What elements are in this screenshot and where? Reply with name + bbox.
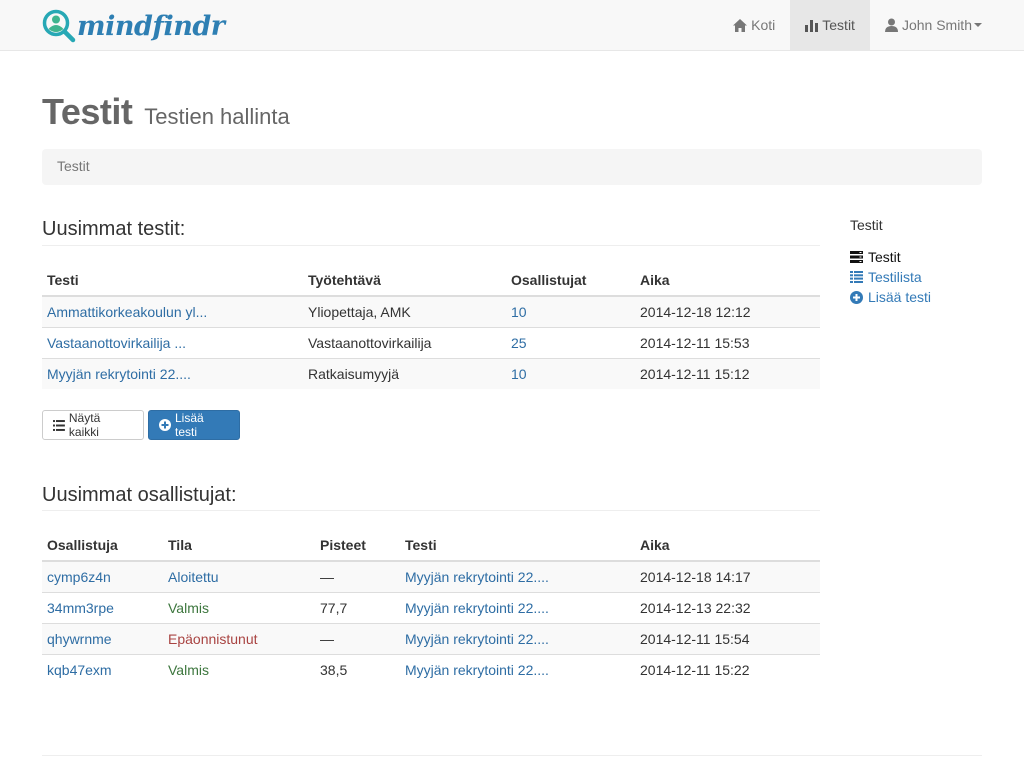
server-icon (850, 251, 863, 263)
latest-participants-table: Osallistuja Tila Pisteet Testi Aika cymp… (42, 529, 820, 685)
page-title: Testit (42, 91, 133, 132)
nav-item-user-menu[interactable]: John Smith (870, 0, 1024, 50)
list-icon (850, 271, 863, 283)
plus-circle-icon (850, 290, 863, 304)
sidebar-item-label: Lisää testi (868, 289, 932, 305)
sidebar-item-testilista[interactable]: Testilista (850, 267, 931, 287)
breadcrumb-current: Testit (57, 158, 90, 174)
test-link[interactable]: Myyjän rekrytointi 22.... (405, 631, 549, 647)
score-cell: — (315, 622, 400, 654)
latest-participants-heading: Uusimmat osallistujat: (42, 484, 237, 506)
participant-link[interactable]: 34mm3rpe (47, 600, 114, 616)
participants-link[interactable]: 10 (511, 304, 527, 320)
column-header: Testi (42, 264, 303, 297)
sidebar-item-label: Testit (868, 249, 901, 265)
table-header-row: Osallistuja Tila Pisteet Testi Aika (42, 529, 820, 562)
brand-name: mindfindr (77, 10, 225, 42)
column-header: Osallistujat (506, 264, 635, 297)
status-cell: Epäonnistunut (163, 622, 315, 654)
test-link[interactable]: Vastaanottovirkailija ... (47, 335, 186, 351)
participants-link[interactable]: 25 (511, 335, 527, 351)
test-link[interactable]: Myyjän rekrytointi 22.... (405, 600, 549, 616)
plus-circle-icon (159, 419, 171, 431)
time-cell: 2014-12-11 15:53 (635, 326, 820, 358)
latest-tests-table: Testi Työtehtävä Osallistujat Aika Ammat… (42, 264, 820, 389)
test-link[interactable]: Myyjän rekrytointi 22.... (405, 662, 549, 678)
page-subtitle: Testien hallinta (144, 104, 290, 129)
table-row: qhywrnme Epäonnistunut — Myyjän rekrytoi… (42, 622, 820, 654)
table-row: Myyjän rekrytointi 22.... Ratkaisumyyjä … (42, 357, 820, 389)
add-test-button[interactable]: Lisää testi (148, 410, 240, 440)
list-icon (53, 419, 65, 431)
table-header-row: Testi Työtehtävä Osallistujat Aika (42, 264, 820, 297)
nav-item-koti[interactable]: Koti (718, 0, 790, 50)
participant-link[interactable]: cymp6z4n (47, 569, 111, 585)
time-cell: 2014-12-11 15:54 (635, 622, 820, 654)
button-label: Näytä kaikki (68, 411, 101, 439)
status-cell: Valmis (163, 653, 315, 685)
user-icon (884, 18, 898, 32)
sidebar-item-testit[interactable]: Testit (850, 247, 931, 267)
nav-item-label: John Smith (901, 17, 972, 33)
latest-tests-heading: Uusimmat testit: (42, 218, 186, 240)
job-cell: Ratkaisumyyjä (303, 357, 506, 389)
breadcrumb: Testit (42, 149, 982, 185)
bar-chart-icon (805, 19, 819, 32)
footer-divider (42, 755, 982, 756)
table-row: kqb47exm Valmis 38,5 Myyjän rekrytointi … (42, 653, 820, 685)
column-header: Aika (635, 529, 820, 562)
table-row: cymp6z4n Aloitettu — Myyjän rekrytointi … (42, 560, 820, 592)
time-cell: 2014-12-18 12:12 (635, 295, 820, 327)
score-cell: 77,7 (315, 591, 400, 623)
column-header: Testi (400, 529, 635, 562)
page-header: Testit Testien hallinta (42, 91, 290, 133)
logo-magnifier-icon (42, 9, 76, 43)
table-row: Ammattikorkeakoulun yl... Yliopettaja, A… (42, 295, 820, 327)
brand-logo[interactable]: mindfindr (42, 9, 225, 43)
column-header: Osallistuja (42, 529, 163, 562)
home-icon (733, 18, 748, 32)
job-cell: Yliopettaja, AMK (303, 295, 506, 327)
nav-item-label: Testit (822, 17, 855, 33)
divider (42, 510, 820, 511)
participant-link[interactable]: qhywrnme (47, 631, 112, 647)
column-header: Tila (163, 529, 315, 562)
sidebar-item-label: Testilista (868, 269, 922, 285)
nav-item-testit[interactable]: Testit (790, 0, 870, 50)
test-link[interactable]: Myyjän rekrytointi 22.... (47, 366, 191, 382)
participant-link[interactable]: kqb47exm (47, 662, 112, 678)
column-header: Pisteet (315, 529, 400, 562)
test-link[interactable]: Ammattikorkeakoulun yl... (47, 304, 207, 320)
time-cell: 2014-12-11 15:22 (635, 653, 820, 685)
nav-item-label: Koti (751, 17, 776, 33)
participants-link[interactable]: 10 (511, 366, 527, 382)
status-link[interactable]: Aloitettu (168, 569, 219, 585)
status-cell: Valmis (163, 591, 315, 623)
sidebar-heading: Testit (850, 217, 883, 233)
column-header: Työtehtävä (303, 264, 506, 297)
table-row: 34mm3rpe Valmis 77,7 Myyjän rekrytointi … (42, 591, 820, 623)
score-cell: — (315, 560, 400, 592)
sidebar-item-lisaa-testi[interactable]: Lisää testi (850, 287, 931, 307)
chevron-down-icon (974, 23, 982, 27)
score-cell: 38,5 (315, 653, 400, 685)
nav-menu: Koti Testit John Smith (718, 0, 1024, 50)
divider (42, 245, 820, 246)
time-cell: 2014-12-11 15:12 (635, 357, 820, 389)
column-header: Aika (635, 264, 820, 297)
time-cell: 2014-12-13 22:32 (635, 591, 820, 623)
sidebar: Testit Testit Testilista Lisää testi (850, 217, 931, 307)
button-label: Lisää testi (175, 411, 204, 439)
test-link[interactable]: Myyjän rekrytointi 22.... (405, 569, 549, 585)
time-cell: 2014-12-18 14:17 (635, 560, 820, 592)
show-all-button[interactable]: Näytä kaikki (42, 410, 144, 440)
job-cell: Vastaanottovirkailija (303, 326, 506, 358)
table-row: Vastaanottovirkailija ... Vastaanottovir… (42, 326, 820, 358)
navbar: mindfindr Koti Testit John Smith (0, 0, 1024, 51)
